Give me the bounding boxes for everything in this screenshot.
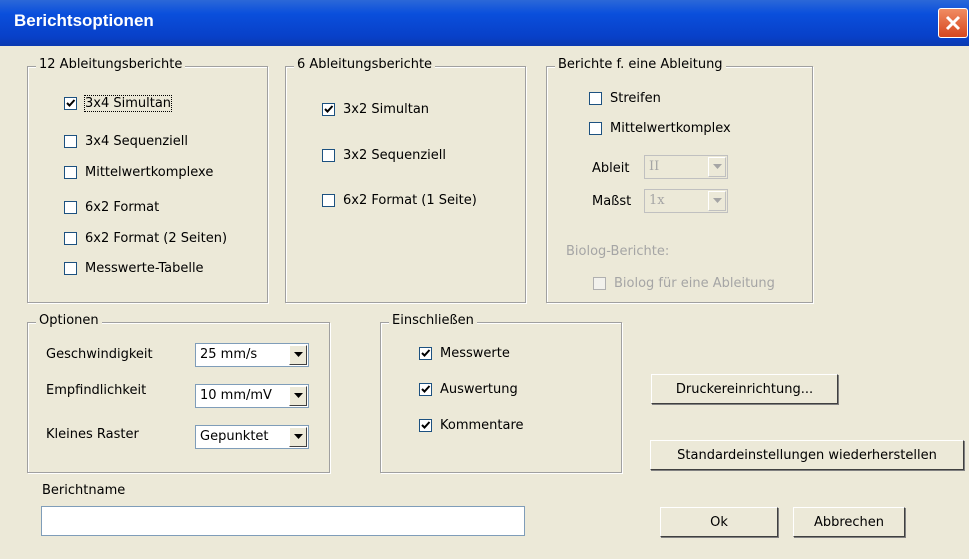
cancel-button[interactable]: Abbrechen [793,507,905,537]
checkmark-icon [421,385,431,393]
checkbox-label: Streifen [610,91,661,106]
checkbox-6x2-format-2-seiten[interactable]: 6x2 Format (2 Seiten) [64,231,227,246]
empfindlichkeit-label: Empfindlichkeit [46,383,147,398]
chevron-down-icon [713,198,722,203]
dropdown-arrow[interactable] [289,345,307,365]
title-bar: Berichtsoptionen [0,0,969,46]
ok-button[interactable]: Ok [660,507,778,537]
checkbox-box[interactable] [419,419,432,432]
checkbox-label: Mittelwertkomplexe [85,165,214,180]
group-6-legend: 6 Ableitungsberichte [294,57,436,72]
checkbox-box[interactable] [322,194,335,207]
group-12-legend: 12 Ableitungsberichte [36,57,186,72]
restore-defaults-button[interactable]: Standardeinstellungen wiederherstellen [650,440,964,470]
checkbox-box[interactable] [589,92,602,105]
empfindlichkeit-value: 10 mm/mV [200,388,272,403]
ableit-dropdown[interactable]: II [644,155,728,179]
masst-dropdown[interactable]: 1x [644,189,728,213]
raster-value: Gepunktet [200,429,269,444]
checkbox-6x2-format-1-seite[interactable]: 6x2 Format (1 Seite) [322,193,477,208]
checkmark-icon [66,99,76,107]
report-name-label: Berichtname [42,483,126,498]
checkbox-label: 6x2 Format [85,200,160,215]
masst-label: Maßst [592,194,632,209]
chevron-down-icon [294,434,303,439]
checkbox-label: Kommentare [440,418,524,433]
geschwindigkeit-dropdown[interactable]: 25 mm/s [195,343,309,367]
masst-value: 1x [649,193,665,208]
dropdown-arrow[interactable] [708,157,726,177]
raster-dropdown[interactable]: Gepunktet [195,425,309,449]
ableit-label: Ableit [592,161,630,176]
dropdown-arrow[interactable] [289,386,307,406]
printer-setup-button[interactable]: Druckereinrichtung... [651,374,838,404]
checkbox-label: Mittelwertkomplex [610,121,731,136]
checkbox-label: 3x2 Sequenziell [343,148,447,163]
checkbox-label: Auswertung [440,382,518,397]
checkbox-mittelwertkomplexe[interactable]: Mittelwertkomplexe [64,165,213,180]
close-button[interactable] [938,8,968,38]
group-include: Einschließen [380,313,622,473]
checkbox-messwerte[interactable]: Messwerte [419,346,510,361]
checkbox-mittelwertkomplex[interactable]: Mittelwertkomplex [589,121,731,136]
checkbox-label: Messwerte [440,346,510,361]
empfindlichkeit-dropdown[interactable]: 10 mm/mV [195,384,309,408]
close-icon [945,15,961,31]
checkbox-label: 6x2 Format (1 Seite) [343,193,477,208]
window-title: Berichtsoptionen [14,11,154,30]
options-legend: Optionen [36,313,102,328]
include-legend: Einschließen [389,313,477,328]
checkbox-box[interactable] [593,277,606,290]
checkbox-6x2-format[interactable]: 6x2 Format [64,200,159,215]
dropdown-arrow[interactable] [708,191,726,211]
checkbox-box[interactable] [64,232,77,245]
checkbox-3x2-simultan[interactable]: 3x2 Simultan [322,102,429,117]
checkmark-icon [421,421,431,429]
report-name-input[interactable] [41,506,525,536]
checkbox-box[interactable] [322,149,335,162]
checkbox-box[interactable] [64,97,77,110]
checkbox-label: Biolog für eine Ableitung [614,276,775,291]
checkbox-label: 3x2 Simultan [343,102,430,117]
geschwindigkeit-label: Geschwindigkeit [46,347,153,362]
group-single-legend: Berichte f. eine Ableitung [555,57,726,72]
chevron-down-icon [294,393,303,398]
checkbox-box[interactable] [419,383,432,396]
checkbox-box[interactable] [64,262,77,275]
checkbox-label: 3x4 Simultan [83,95,173,112]
checkbox-box[interactable] [419,347,432,360]
checkbox-3x4-sequenziell[interactable]: 3x4 Sequenziell [64,134,188,149]
dropdown-arrow[interactable] [289,427,307,447]
checkmark-icon [324,105,334,113]
raster-label: Kleines Raster [46,427,139,442]
checkbox-label: Messwerte-Tabelle [85,261,204,276]
checkbox-box[interactable] [589,122,602,135]
group-single-lead-reports: Berichte f. eine Ableitung [546,57,813,303]
checkbox-box[interactable] [322,103,335,116]
checkbox-biolog[interactable]: Biolog für eine Ableitung [593,276,775,291]
checkbox-label: 3x4 Sequenziell [85,134,189,149]
checkbox-3x4-simultan[interactable]: 3x4 Simultan [64,95,173,112]
checkbox-messwerte-tabelle[interactable]: Messwerte-Tabelle [64,261,204,276]
geschwindigkeit-value: 25 mm/s [200,347,258,362]
chevron-down-icon [294,352,303,357]
biolog-heading: Biolog-Berichte: [566,244,670,259]
checkbox-box[interactable] [64,135,77,148]
checkbox-box[interactable] [64,166,77,179]
checkbox-3x2-sequenziell[interactable]: 3x2 Sequenziell [322,148,446,163]
checkbox-label: 6x2 Format (2 Seiten) [85,231,228,246]
checkbox-box[interactable] [64,201,77,214]
checkbox-streifen[interactable]: Streifen [589,91,661,106]
checkbox-auswertung[interactable]: Auswertung [419,382,518,397]
chevron-down-icon [713,164,722,169]
ableit-value: II [649,159,660,174]
checkbox-kommentare[interactable]: Kommentare [419,418,524,433]
checkmark-icon [421,349,431,357]
